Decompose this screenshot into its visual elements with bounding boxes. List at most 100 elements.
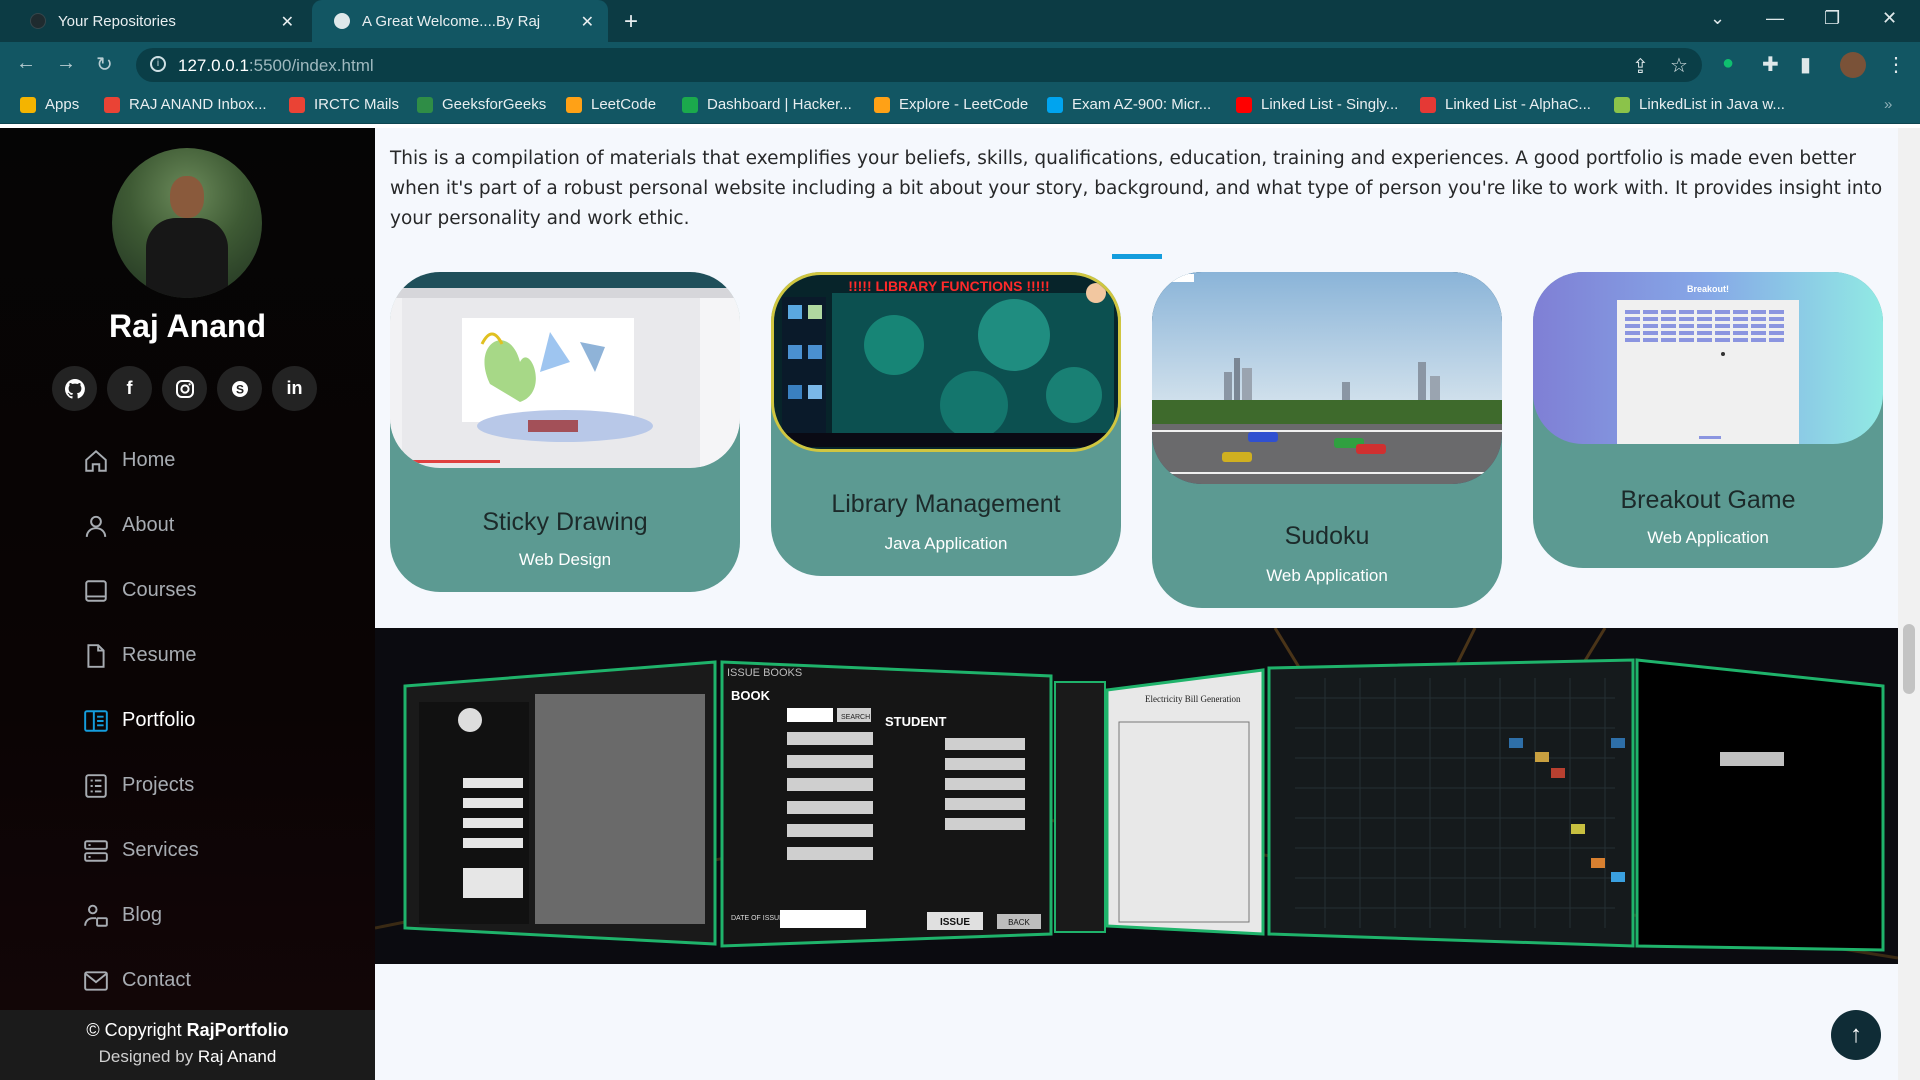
list-icon (82, 772, 110, 800)
tab-your-repositories[interactable]: Your Repositories ✕ (8, 0, 308, 42)
bookmark-apps[interactable]: Apps (20, 96, 79, 113)
kebab-menu-icon[interactable]: ⋮ (1886, 52, 1906, 77)
sidebar-item-courses[interactable]: Courses (82, 558, 199, 623)
book-icon (82, 577, 110, 605)
browser-tab-bar: Your Repositories ✕ A Great Welcome....B… (0, 0, 1920, 42)
bookmarks-overflow-icon[interactable]: » (1884, 96, 1892, 113)
project-gallery-carousel[interactable]: ISSUE BOOKS BOOK STUDENT SEARCH DATE OF … (375, 628, 1898, 964)
reload-icon[interactable]: ↻ (96, 52, 113, 77)
facebook-icon[interactable]: f (107, 366, 152, 411)
server-icon (82, 837, 110, 865)
bookmark-linked-list-alphac[interactable]: Linked List - AlphaC... (1420, 96, 1591, 113)
github-favicon-icon (30, 13, 46, 29)
minimize-icon[interactable]: — (1766, 8, 1784, 29)
sidebar-item-about[interactable]: About (82, 493, 199, 558)
sidebar-item-services[interactable]: Services (82, 818, 199, 883)
gmail-icon (104, 96, 120, 113)
back-button: BACK (1008, 918, 1030, 927)
sidebar-item-contact[interactable]: Contact (82, 948, 199, 1013)
apps-grid-icon (20, 96, 36, 113)
new-tab-plus-icon[interactable]: + (624, 8, 638, 36)
back-arrow-icon[interactable]: ← (16, 52, 36, 75)
tab-close-icon[interactable]: ✕ (281, 12, 294, 32)
back-to-top-button[interactable]: ↑ (1831, 1010, 1881, 1060)
card-title: Library Management (831, 490, 1061, 518)
footer-copyright: © Copyright RajPortfolio Designed by Raj… (0, 1010, 375, 1080)
envelope-icon (82, 967, 110, 995)
portfolio-card-breakout-game[interactable]: Breakout! Breakout Game Web Application (1533, 272, 1883, 568)
tab-title: A Great Welcome....By Raj (362, 12, 541, 30)
scrollbar-thumb[interactable] (1903, 624, 1915, 694)
svg-text:SEARCH: SEARCH (841, 714, 870, 721)
sidebar-item-blog[interactable]: Blog (82, 883, 199, 948)
youtube-icon (1236, 96, 1252, 113)
extensions-puzzle-icon[interactable]: ✚ (1762, 52, 1779, 77)
card-subtitle: Web Application (1266, 566, 1388, 585)
bookmark-irctc[interactable]: IRCTC Mails (289, 96, 399, 113)
leetcode-icon (874, 96, 890, 113)
portfolio-card-library-management[interactable]: !!!!! LIBRARY FUNCTIONS !!!!! Library Ma… (771, 272, 1121, 576)
portfolio-icon (82, 707, 110, 735)
card-title: Breakout Game (1620, 486, 1796, 514)
profile-avatar (112, 148, 262, 298)
blog-icon (82, 902, 110, 930)
instagram-icon[interactable] (162, 366, 207, 411)
bookmark-star-icon[interactable]: ☆ (1670, 53, 1688, 78)
issue-books-header: ISSUE BOOKS (727, 667, 802, 679)
profile-name: Raj Anand (108, 308, 267, 344)
person-icon (82, 512, 110, 540)
grammarly-icon[interactable]: ● (1722, 52, 1734, 75)
tab-search-chevron-icon[interactable]: ⌄ (1710, 8, 1725, 29)
forward-arrow-icon[interactable]: → (56, 52, 76, 75)
tab-close-icon[interactable]: ✕ (581, 12, 594, 32)
portfolio-card-sticky-drawing[interactable]: Sticky Drawing Web Design (390, 272, 740, 592)
gfg-icon (417, 96, 433, 113)
share-icon[interactable]: ⇪ (1632, 54, 1649, 79)
github-icon[interactable] (52, 366, 97, 411)
restore-icon[interactable]: ❐ (1824, 8, 1840, 29)
close-window-icon[interactable]: ✕ (1882, 8, 1897, 29)
bookmark-linkedlist-java[interactable]: LinkedList in Java w... (1614, 96, 1785, 113)
bookmark-b-icon (1614, 96, 1630, 113)
sidebar-item-portfolio[interactable]: Portfolio (82, 688, 199, 753)
profile-avatar-icon[interactable] (1840, 52, 1866, 78)
bookmark-az900[interactable]: Exam AZ-900: Micr... (1047, 96, 1211, 113)
portfolio-card-sudoku[interactable]: Sudoku Web Application (1152, 272, 1502, 608)
card-subtitle: Web Application (1647, 528, 1769, 547)
bookmark-geeksforgeeks[interactable]: GeeksforGeeks (417, 96, 546, 113)
bookmark-hackerrank[interactable]: Dashboard | Hacker... (682, 96, 852, 113)
book-heading: BOOK (731, 688, 771, 703)
svg-text:S: S (235, 382, 243, 396)
carousel-active-indicator[interactable] (1112, 254, 1162, 259)
tab-great-welcome[interactable]: A Great Welcome....By Raj ✕ (312, 0, 608, 42)
linkedin-icon[interactable]: in (272, 366, 317, 411)
url-input[interactable]: i 127.0.0.1:5500/index.html ⇪ ☆ (136, 48, 1702, 82)
copyright-brand: RajPortfolio (186, 1020, 289, 1040)
sidebar-item-projects[interactable]: Projects (82, 753, 199, 818)
microsoft-icon (1047, 96, 1063, 113)
bookmark-explore-leetcode[interactable]: Explore - LeetCode (874, 96, 1028, 113)
bookmark-linked-list-singly[interactable]: Linked List - Singly... (1236, 96, 1398, 113)
sidebar-item-home[interactable]: Home (82, 428, 199, 493)
bookmark-leetcode[interactable]: LeetCode (566, 96, 656, 113)
sidebar-nav: Home About Courses Resume Portfolio Proj… (82, 428, 199, 1013)
social-links: f S in (52, 366, 317, 411)
sudoku-screenshot (1152, 272, 1502, 484)
library-image-heading: !!!!! LIBRARY FUNCTIONS !!!!! (848, 278, 1049, 294)
site-favicon-icon (334, 13, 350, 29)
home-icon (82, 447, 110, 475)
tab-title: Your Repositories (58, 12, 176, 30)
address-bar: ← → ↻ i 127.0.0.1:5500/index.html ⇪ ☆ ● … (0, 42, 1920, 88)
leetcode-icon (566, 96, 582, 113)
arrow-up-icon: ↑ (1850, 1021, 1862, 1048)
card-subtitle: Web Design (518, 550, 612, 569)
site-info-icon[interactable]: i (150, 56, 166, 72)
side-panel-icon[interactable]: ▮ (1800, 52, 1811, 77)
sidebar: Raj Anand f S in Home About Courses Resu… (0, 128, 375, 1080)
page-scrollbar[interactable] (1898, 128, 1920, 1080)
card-title: Sudoku (1284, 522, 1370, 550)
skype-icon[interactable]: S (217, 366, 262, 411)
hackerrank-icon (682, 96, 698, 113)
bookmark-inbox[interactable]: RAJ ANAND Inbox... (104, 96, 267, 113)
sidebar-item-resume[interactable]: Resume (82, 623, 199, 688)
